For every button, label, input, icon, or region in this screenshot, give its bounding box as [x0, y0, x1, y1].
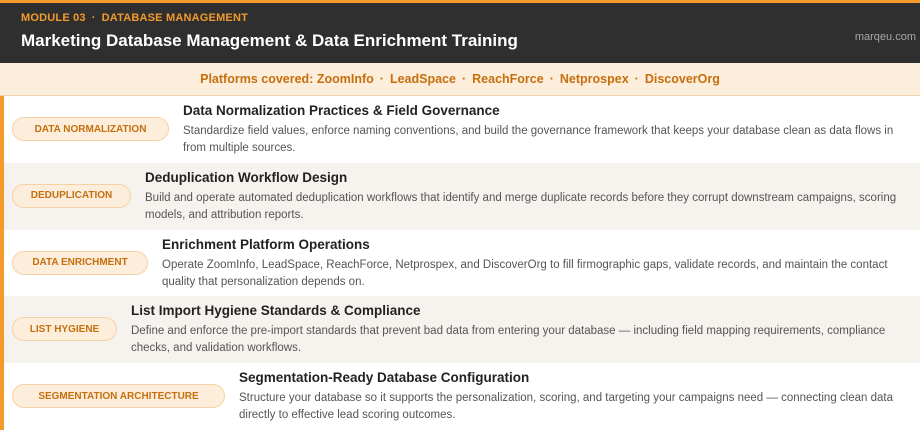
topic-description: Operate ZoomInfo, LeadSpace, ReachForce,… — [162, 258, 888, 288]
page-title: Marketing Database Management & Data Enr… — [21, 31, 518, 50]
topic-title: Enrichment Platform Operations — [162, 236, 370, 252]
topic-description: Structure your database so it supports t… — [239, 392, 893, 422]
module-number: MODULE 03 — [21, 12, 86, 24]
topic-tag: DATA ENRICHMENT — [12, 250, 148, 275]
topic-title: Deduplication Workflow Design — [145, 169, 348, 185]
module-header: MODULE 03 · DATABASE MANAGEMENT Marketing … — [0, 0, 920, 63]
module-name: DATABASE MANAGEMENT — [101, 12, 249, 24]
topic-row-data-normalization: DATA NORMALIZATION Data Normalization Pr… — [4, 96, 920, 163]
platform-separator: · — [461, 72, 467, 86]
topic-title: Segmentation-Ready Database Configuratio… — [239, 370, 530, 386]
platform-separator: · — [549, 72, 554, 86]
platform-separator: · — [379, 72, 384, 86]
topic-list: DATA NORMALIZATION Data Normalization Pr… — [0, 96, 920, 430]
topic-row-data-enrichment: DATA ENRICHMENT Enrichment Platform Oper… — [4, 230, 920, 297]
topic-tag: LIST HYGIENE — [12, 317, 117, 342]
module-separator: · — [91, 12, 96, 24]
platforms-label: Platforms covered: — [200, 72, 314, 86]
topic-tag: DEDUPLICATION — [12, 183, 131, 208]
module-label: MODULE 03 · DATABASE MANAGEMENT — [21, 12, 248, 24]
platform-leadspace: LeadSpace — [389, 72, 456, 86]
topic-description: Standardize field values, enforce naming… — [183, 125, 894, 154]
topic-row-deduplication: DEDUPLICATION Deduplication Workflow Des… — [4, 162, 920, 230]
topic-title: Data Normalization Practices & Field Gov… — [183, 103, 500, 118]
platform-discoverorg: DiscoverOrg — [644, 72, 720, 86]
topic-description: Build and operate automated deduplicatio… — [145, 191, 897, 221]
platform-reachforce: ReachForce — [472, 72, 544, 86]
site-watermark: marqeu.com — [854, 31, 916, 43]
platforms-banner: Platforms covered: ZoomInfo · LeadSpace · Re… — [0, 63, 920, 96]
platform-separator: · — [634, 72, 639, 86]
topic-title: List Import Hygiene Standards & Complian… — [131, 303, 421, 319]
topic-tag: DATA NORMALIZATION — [12, 117, 169, 141]
topic-row-segmentation-architecture: SEGMENTATION ARCHITECTURE Segmentation-R… — [4, 363, 920, 430]
platform-zoominfo: ZoomInfo — [316, 72, 374, 86]
platform-netprospex: Netprospex — [559, 72, 629, 86]
topic-tag: SEGMENTATION ARCHITECTURE — [12, 384, 225, 409]
topic-description: Define and enforce the pre-import standa… — [131, 325, 886, 355]
topic-row-list-hygiene: LIST HYGIENE List Import Hygiene Standar… — [4, 296, 920, 364]
